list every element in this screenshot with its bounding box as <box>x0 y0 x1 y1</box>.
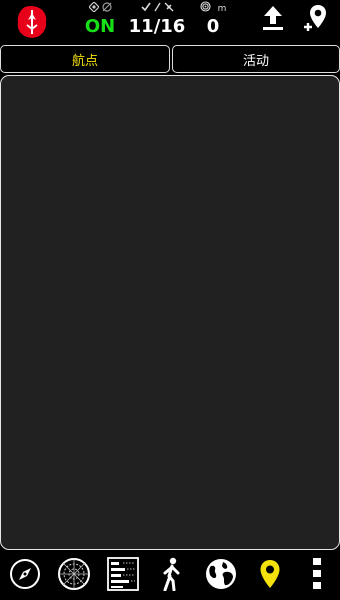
satellite-icon <box>164 2 174 17</box>
gps-value: ON <box>84 16 116 37</box>
nav-walking-button[interactable] <box>154 556 190 596</box>
globe-icon <box>205 558 237 594</box>
nav-globe-button[interactable] <box>203 556 239 596</box>
map-pin-icon <box>259 559 281 593</box>
nav-waypoints-button[interactable] <box>252 556 288 596</box>
nav-compass-button[interactable] <box>7 556 43 596</box>
gps-status[interactable]: ON <box>80 0 120 38</box>
gps-target-icon <box>87 0 100 17</box>
bottom-nav <box>0 552 340 600</box>
distance-status[interactable]: m 0 <box>196 1 230 38</box>
satellite-status[interactable]: 11/16 <box>126 2 188 38</box>
upload-icon <box>262 5 284 35</box>
tab-activities-label: 活动 <box>242 53 269 69</box>
more-vertical-icon <box>312 557 322 595</box>
upload-button[interactable] <box>258 4 288 36</box>
spiral-icon <box>200 1 211 17</box>
tab-activities[interactable]: 活动 <box>172 45 340 73</box>
tab-waypoints-label: 航点 <box>71 53 98 69</box>
tab-waypoints[interactable]: 航点 <box>0 45 170 73</box>
satellite-value: 11/16 <box>128 16 186 37</box>
more-menu-button[interactable] <box>299 556 335 596</box>
distance-value: 0 <box>206 16 220 37</box>
stats-list-icon <box>107 557 139 595</box>
walking-icon <box>160 557 184 595</box>
slash-icon <box>153 2 161 17</box>
waypoint-list-panel[interactable] <box>0 75 340 550</box>
nav-radar-button[interactable] <box>56 556 92 596</box>
compass-icon <box>9 558 41 594</box>
add-waypoint-button[interactable] <box>301 4 331 36</box>
radar-icon <box>57 557 91 595</box>
add-waypoint-icon <box>302 3 330 37</box>
status-bar: ON 11/16 m 0 <box>0 0 340 44</box>
distance-unit: m <box>217 4 227 14</box>
app-logo[interactable] <box>16 5 48 39</box>
nav-stats-button[interactable] <box>105 556 141 596</box>
gps-off-icon <box>101 1 112 17</box>
check-icon <box>140 2 151 17</box>
